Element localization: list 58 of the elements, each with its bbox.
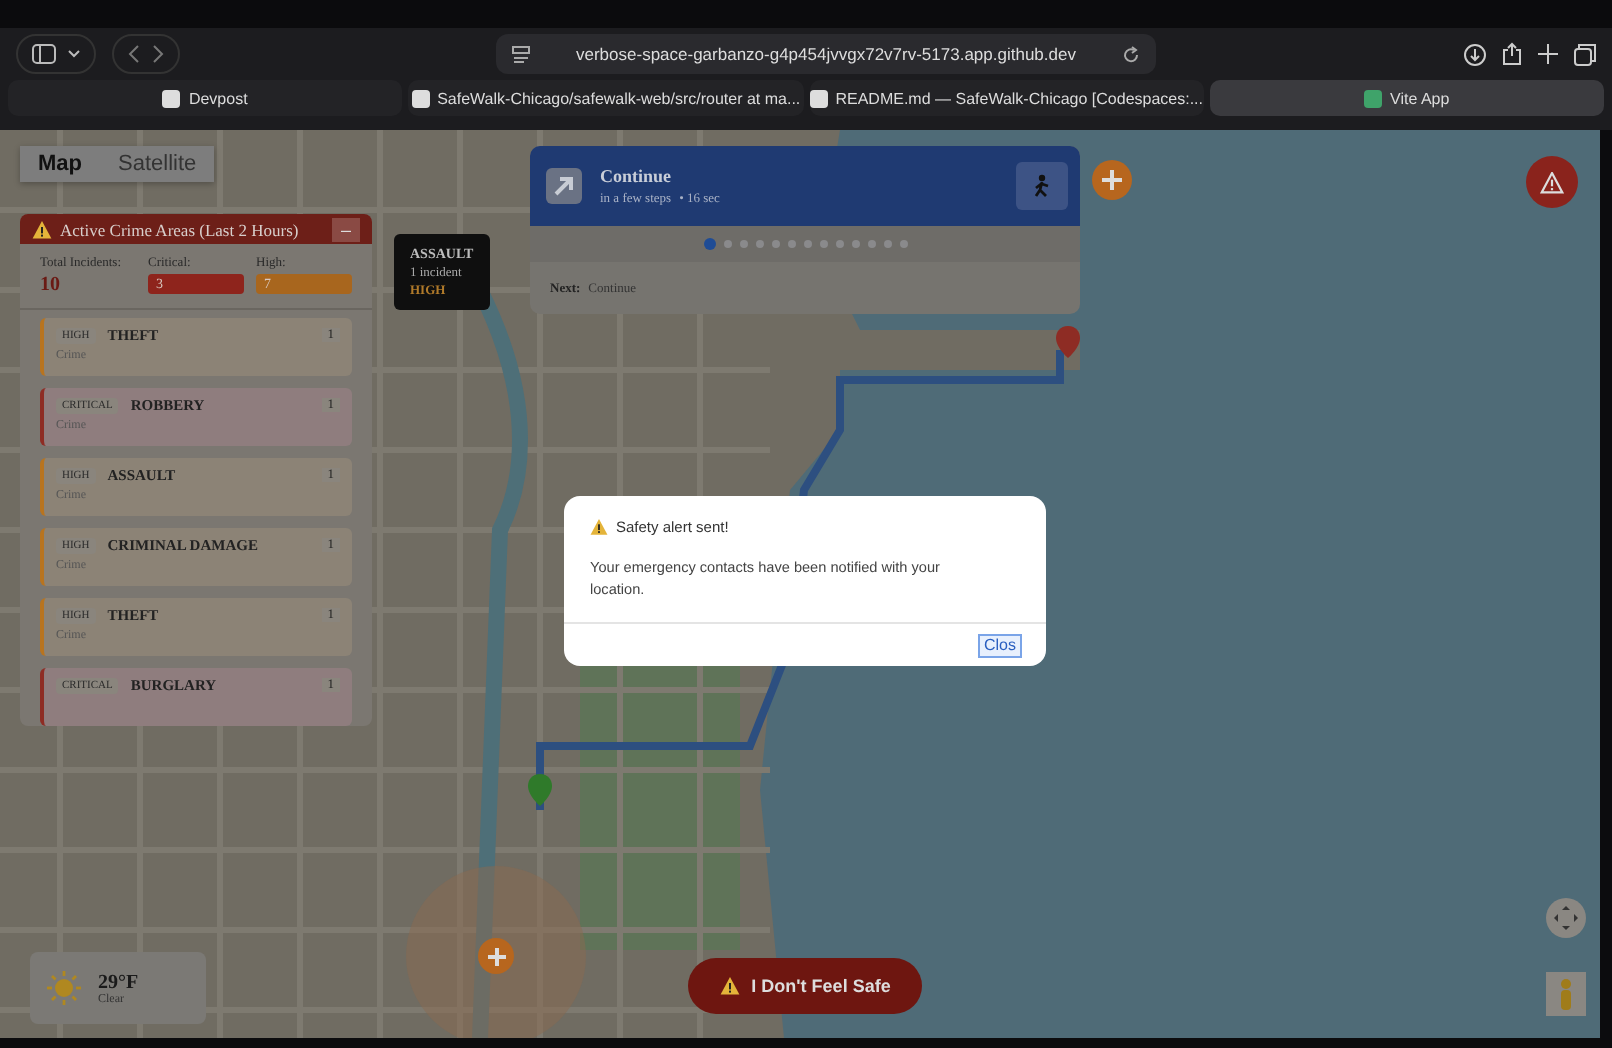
back-icon [128,44,140,64]
download-icon[interactable] [1464,43,1486,65]
address-bar[interactable]: verbose-space-garbanzo-g4p454jvvgx72v7rv-5173.app.github.dev [496,34,1156,74]
sun-icon [46,970,82,1006]
map-type-tab[interactable]: Map [20,146,100,182]
warning-icon [719,976,740,996]
site-icon [809,89,828,107]
tabs-icon[interactable] [1574,43,1596,65]
destination-pin-icon[interactable] [1056,326,1080,358]
sidebar-icon [32,44,56,64]
reload-icon [1122,45,1140,63]
browser-tab[interactable]: SafeWalk-Chicago/safewalk-web/src/router at ma... [408,80,803,116]
street-view-button[interactable] [1546,972,1586,1016]
arrow-up-right-icon [546,168,582,204]
warning-icon [590,518,608,536]
step-dot[interactable] [703,238,715,250]
forward-icon [152,44,164,64]
panel-title: Active Crime Areas (Last 2 Hours) [60,219,301,239]
step-dot[interactable] [723,240,731,248]
map-type-tab[interactable]: Satellite [100,146,215,182]
site-icon [162,89,181,107]
step-dot[interactable] [819,240,827,248]
warning-icon [1540,171,1564,193]
start-pin-icon[interactable] [528,774,552,806]
step-dot[interactable] [899,240,907,248]
collapse-button[interactable]: – [332,217,360,241]
warning-icon [32,219,52,239]
walking-person-icon [1032,174,1052,198]
walker-button[interactable] [1016,162,1068,210]
move-icon [1554,906,1578,930]
step-dot[interactable] [771,240,779,248]
step-dot[interactable] [867,240,875,248]
temperature: 29°F [98,971,139,993]
step-dot[interactable] [803,240,811,248]
instruction: Continue [600,166,674,186]
step-dot[interactable] [755,240,763,248]
person-icon [1558,978,1574,1010]
site-icon [411,89,430,107]
browser-tab[interactable]: README.md — SafeWalk-Chicago [Codespaces:... [809,80,1204,116]
plus-icon[interactable] [1538,44,1558,64]
navigation-arrows[interactable] [112,34,180,74]
site-icon [1364,89,1383,107]
sidebar-button[interactable] [16,34,96,74]
step-dot[interactable] [787,240,795,248]
step-dot[interactable] [883,240,891,248]
chevron-down-icon [68,50,80,58]
stat-value: 10 [40,274,62,296]
step-dot[interactable] [739,240,747,248]
plus-icon [1102,170,1122,190]
step-dot[interactable] [851,240,859,248]
plus-icon [487,947,505,965]
browser-tab[interactable]: Devpost [8,80,403,116]
step-dot[interactable] [835,240,843,248]
sos-button[interactable]: I Don't Feel Safe [688,958,922,1014]
page-icon [512,45,530,63]
share-icon[interactable] [1502,42,1522,66]
close-button[interactable]: Clos [977,633,1022,657]
browser-tab[interactable]: Vite App [1209,80,1604,116]
